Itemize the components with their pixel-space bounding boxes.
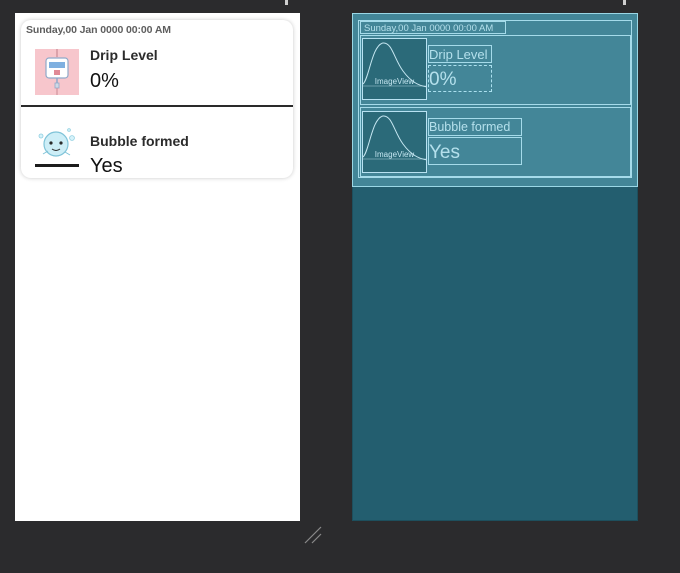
bubble-character-icon (35, 122, 79, 168)
resize-handle-icon[interactable] (302, 524, 324, 546)
drip-level-title: Drip Level (90, 47, 158, 63)
ruler-tick-left (285, 0, 288, 5)
blueprint-imageview-1: ImageView (362, 38, 427, 100)
blueprint-bubble-value: Yes (429, 142, 460, 163)
design-preview[interactable]: Sunday,00 Jan 0000 00:00 AM Drip Level 0… (15, 13, 300, 521)
blueprint-imageview-2: ImageView (362, 111, 427, 173)
iv-drip-bag-icon (35, 49, 79, 95)
blueprint-imageview-label-1: ImageView (374, 77, 415, 86)
blueprint-drip-value: 0% (429, 69, 457, 90)
date-time-label: Sunday,00 Jan 0000 00:00 AM (26, 24, 171, 36)
bubble-formed-value: Yes (90, 155, 123, 177)
blueprint-date-label: Sunday,00 Jan 0000 00:00 AM (364, 23, 494, 34)
blueprint-preview[interactable]: Sunday,00 Jan 0000 00:00 AM ImageView Dr… (352, 13, 638, 521)
ruler-tick-right (623, 0, 626, 5)
blueprint-imageview-label-2: ImageView (374, 150, 415, 159)
blueprint-bubble-title: Bubble formed (429, 120, 511, 134)
bubble-formed-title: Bubble formed (90, 133, 189, 149)
row-divider (21, 105, 293, 107)
blueprint-drip-title: Drip Level (429, 47, 488, 62)
drip-level-value: 0% (90, 70, 119, 92)
status-card[interactable]: Sunday,00 Jan 0000 00:00 AM Drip Level 0… (21, 20, 293, 178)
blueprint-card-outline: Sunday,00 Jan 0000 00:00 AM ImageView Dr… (352, 13, 638, 187)
